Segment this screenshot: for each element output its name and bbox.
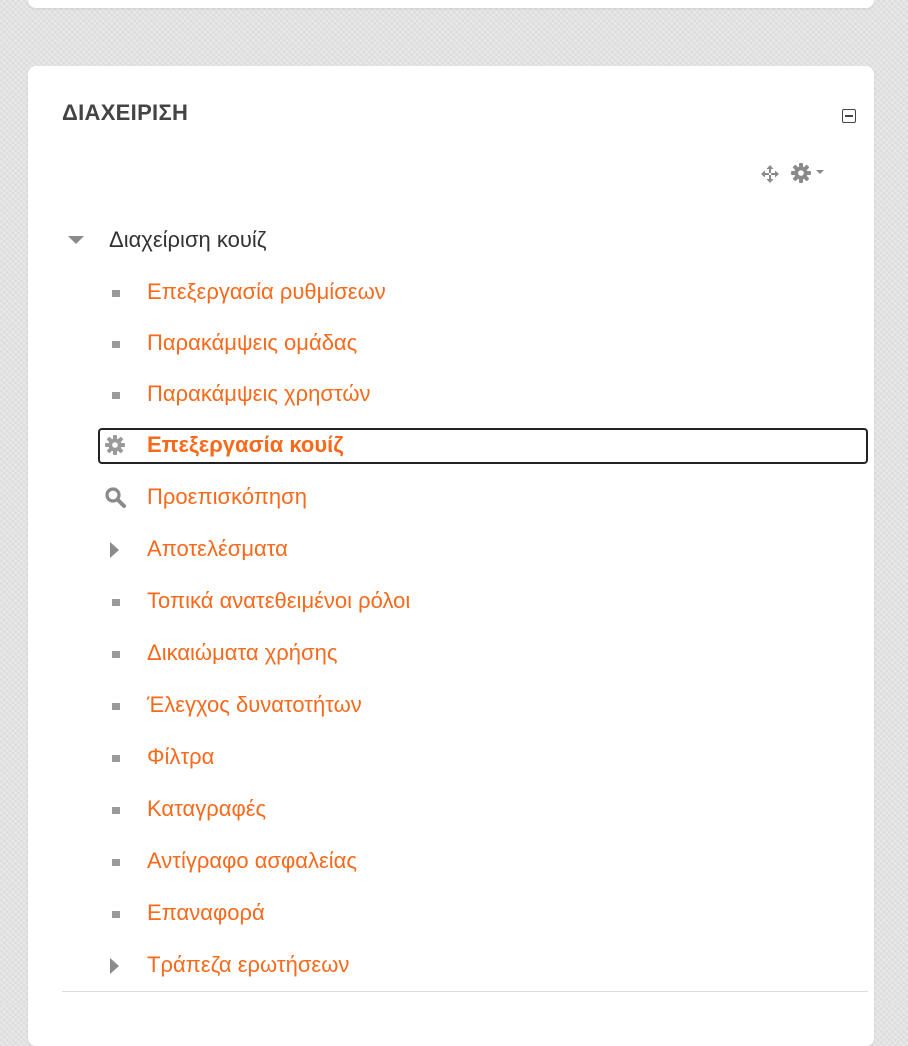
item-label[interactable]: Παρακάμψεις χρηστών [147,381,371,407]
list-item-active[interactable]: Επεξεργασία κουίζ [28,421,874,471]
list-item[interactable]: Επαναφορά [28,889,874,939]
block-actions-menu[interactable] [790,162,828,184]
list-item[interactable]: Προεπισκόπηση [28,473,874,523]
item-label[interactable]: Αντίγραφο ασφαλείας [147,848,357,874]
item-label[interactable]: Προεπισκόπηση [147,484,307,510]
item-label[interactable]: Δικαιώματα χρήσης [147,640,337,666]
list-item[interactable]: Δικαιώματα χρήσης [28,629,874,679]
item-label[interactable]: Φίλτρα [147,744,214,770]
item-label[interactable]: Επαναφορά [147,900,265,926]
expand-arrow-icon[interactable] [110,542,119,558]
bullet-icon [112,651,120,658]
bullet-icon [112,703,120,710]
move-icon[interactable] [760,164,780,184]
previous-block-card [28,0,874,8]
list-item[interactable]: Παρακάμψεις χρηστών [28,370,874,420]
list-item-expandable[interactable]: Αποτελέσματα [28,525,874,575]
list-item[interactable]: Καταγραφές [28,785,874,835]
bullet-icon [112,392,120,399]
bullet-icon [112,807,120,814]
gear-icon [105,435,125,455]
block-title: ΔΙΑΧΕΙΡΙΣΗ [62,100,189,125]
item-label[interactable]: Παρακάμψεις ομάδας [147,330,357,356]
bullet-icon [112,599,120,606]
list-item[interactable]: Παρακάμψεις ομάδας [28,319,874,369]
bullet-icon [112,859,120,866]
divider [62,991,868,992]
chevron-down-icon [816,170,824,174]
administration-block: ΔΙΑΧΕΙΡΙΣΗ Διαχείριση κουίζ Επεξεργασία … [28,66,874,1046]
item-label[interactable]: Έλεγχος δυνατοτήτων [147,692,362,718]
collapse-arrow-icon [68,236,84,244]
section-label: Διαχείριση κουίζ [109,227,267,252]
list-item-expandable[interactable]: Τράπεζα ερωτήσεων [28,941,874,991]
bullet-icon [112,911,120,918]
bullet-icon [112,341,120,348]
collapse-icon[interactable] [842,109,856,123]
list-item[interactable]: Έλεγχος δυνατοτήτων [28,681,874,731]
item-label[interactable]: Επεξεργασία κουίζ [147,432,343,458]
item-label[interactable]: Καταγραφές [147,796,266,822]
search-icon [105,487,126,508]
bullet-icon [112,755,120,762]
bullet-icon [112,290,120,297]
item-label[interactable]: Επεξεργασία ρυθμίσεων [147,279,386,305]
tree-section-quiz-admin[interactable]: Διαχείριση κουίζ [28,216,874,266]
gear-icon [791,163,811,183]
item-label[interactable]: Τοπικά ανατεθειμένοι ρόλοι [147,588,410,614]
list-item[interactable]: Τοπικά ανατεθειμένοι ρόλοι [28,577,874,627]
list-item[interactable]: Επεξεργασία ρυθμίσεων [28,268,874,318]
list-item[interactable]: Αντίγραφο ασφαλείας [28,837,874,887]
item-label[interactable]: Αποτελέσματα [147,536,288,562]
item-label[interactable]: Τράπεζα ερωτήσεων [147,952,349,978]
expand-arrow-icon[interactable] [110,958,119,974]
list-item[interactable]: Φίλτρα [28,733,874,783]
